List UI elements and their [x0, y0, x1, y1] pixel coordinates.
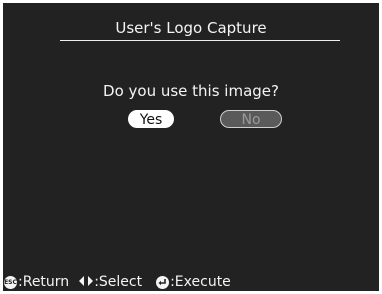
esc-icon: ESC [4, 275, 17, 289]
return-hint: ESC :Return [4, 274, 69, 290]
logo-capture-screen: User's Logo Capture Do you use this imag… [0, 0, 382, 294]
select-label: :Select [94, 274, 143, 290]
execute-hint: :Execute [152, 274, 231, 290]
select-hint: :Select [79, 274, 142, 290]
no-button[interactable]: No [220, 110, 282, 128]
return-label: :Return [18, 274, 70, 290]
dialog-title: User's Logo Capture [115, 19, 267, 37]
confirm-question: Do you use this image? [103, 82, 279, 100]
yes-button[interactable]: Yes [128, 110, 174, 128]
enter-icon [156, 275, 170, 289]
execute-label: :Execute [170, 274, 231, 290]
footer-hints: ESC :Return :Select :Execute [4, 274, 241, 290]
title-divider [60, 40, 340, 41]
left-right-arrows-icon [79, 274, 94, 290]
